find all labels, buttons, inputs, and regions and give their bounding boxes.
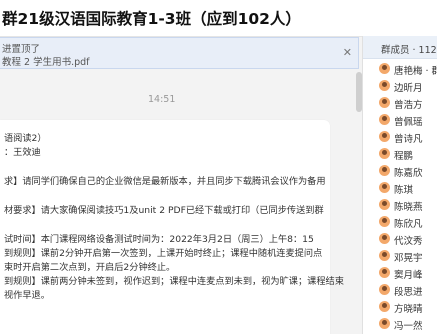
message-timestamp: 14:51 [148,94,176,105]
member-name: 代汶秀 [394,236,423,247]
member-name: 边昕月 [394,83,423,94]
window-title: 群21级汉语国际教育1-3班（应到102人） [2,10,301,28]
member-name: 曾浩方 [394,100,423,111]
avatar [379,233,390,244]
avatar [379,148,390,159]
member-name: 程鹏 [394,151,414,162]
member-name: 邓晃宇 [394,253,423,264]
message-line: 试时间】本门课程网络设备测试时间为：2022年3月2日（周三）上午8：15 [4,234,314,245]
chat-area[interactable]: 进置顶了 教程 2 学生用书.pdf ✕ 14:51 语阅读2） ：王效迪 求】… [0,37,362,334]
avatar [379,199,390,210]
message-line: 视作早退。 [4,290,50,301]
member-item[interactable]: 段思进 [363,281,437,299]
member-item[interactable]: 代汶秀 [363,230,437,248]
member-item[interactable]: 曾浩方 [363,94,437,112]
member-item[interactable]: 曾佩瑶 [363,111,437,129]
member-name: 窦月峰 [394,270,423,281]
member-item[interactable]: 唐艳梅 · 群主 [363,60,437,78]
avatar [379,301,390,312]
pinned-line-1: 进置顶了 [2,44,41,55]
message-line: 语阅读2） [4,133,47,144]
member-item[interactable]: 程鹏 [363,145,437,163]
close-icon[interactable]: ✕ [343,46,352,59]
member-name: 陈晓燕 [394,202,423,213]
avatar [379,97,390,108]
message-bubble[interactable]: 语阅读2） ：王效迪 求】请同学们确保自己的企业微信是最新版本，并且同步下载腾讯… [0,120,344,334]
member-item[interactable]: 方晓晴 [363,298,437,316]
message-line: 求】请同学们确保自己的企业微信是最新版本，并且同步下载腾讯会议作为备用 [4,176,326,187]
message-line: ：王效迪 [4,147,41,158]
avatar [379,267,390,278]
message-line: 到规则】课前2分钟开启第一次签到，上课开始时终止；课程中随机连麦提问点 [4,248,323,259]
member-name: 曾诗凡 [394,134,423,145]
avatar [379,182,390,193]
member-item[interactable]: 陈欣凡 [363,213,437,231]
member-item[interactable]: 邓晃宇 [363,247,437,265]
member-name: 陈嘉欣 [394,168,423,179]
member-item[interactable]: 冯一然 [363,315,437,333]
avatar [379,80,390,91]
avatar [379,318,390,329]
avatar [379,114,390,125]
member-item[interactable]: 陈晓燕 [363,196,437,214]
avatar [379,165,390,176]
member-item[interactable]: 边昕月 [363,77,437,95]
member-name: 段思进 [394,287,423,298]
member-name: 方晓晴 [394,304,423,315]
member-item[interactable]: 窦月峰 [363,264,437,282]
member-item[interactable]: 陈嘉欣 [363,162,437,180]
member-name: 陈琪 [394,185,414,196]
message-line: 到规则】课前两分钟未签到，视作迟到；课程中连麦点到未到，视为旷课；课程结束 [4,276,344,287]
member-item[interactable]: 陈琪 [363,179,437,197]
member-panel: 群成员 · 112 唐艳梅 · 群主 边昕月 曾浩方 曾佩瑶 曾诗凡 程鹏 陈嘉… [362,36,437,334]
member-name: 陈欣凡 [394,219,423,230]
member-name: 曾佩瑶 [394,117,423,128]
avatar [379,131,390,142]
title-bar: 群21级汉语国际教育1-3班（应到102人） [0,0,437,37]
member-name: 冯一然 [394,321,423,332]
member-count: 群成员 · 112 [381,45,437,56]
member-item[interactable]: 曾诗凡 [363,128,437,146]
avatar [379,216,390,227]
message-line: 材要求】请大家确保阅读技巧1及unit 2 PDF已经下载或打印（已同步传送到群 [4,205,324,216]
avatar [379,284,390,295]
pinned-line-2[interactable]: 教程 2 学生用书.pdf [2,54,90,68]
member-panel-header: 群成员 · 112 [363,36,437,59]
avatar [379,63,390,74]
avatar [379,250,390,261]
pinned-announcement[interactable]: 进置顶了 教程 2 学生用书.pdf ✕ [0,37,359,69]
message-line: 束时开启第二次点到，开启后2分钟终止。 [4,262,176,273]
member-name: 唐艳梅 · 群主 [394,66,437,77]
